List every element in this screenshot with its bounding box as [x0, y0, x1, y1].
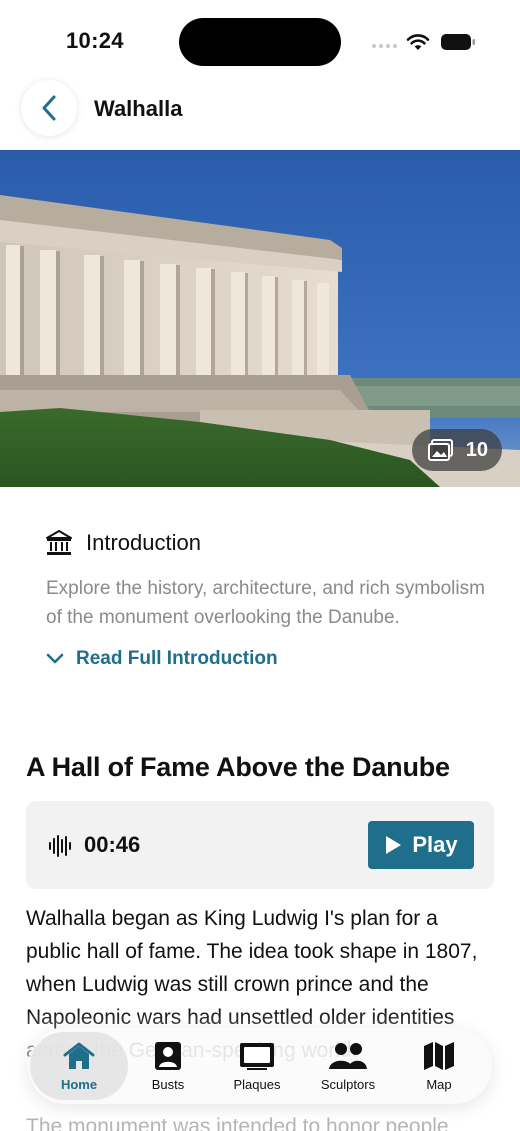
read-full-introduction-button[interactable]: Read Full Introduction	[46, 648, 486, 670]
page-title: Walhalla	[94, 96, 183, 121]
play-label: Play	[412, 832, 458, 857]
status-bar: 10:24	[0, 0, 520, 80]
map-icon	[424, 1041, 454, 1070]
navigation-bar: Walhalla	[0, 80, 520, 140]
tab-bar: Home Busts Plaques Sculptors Map	[28, 1028, 492, 1104]
home-icon	[63, 1042, 95, 1069]
chevron-left-icon	[42, 95, 56, 121]
tab-busts-label: Busts	[151, 1076, 185, 1092]
tab-sculptors-label: Sculptors	[320, 1076, 376, 1092]
play-button[interactable]: Play	[368, 821, 474, 869]
audio-duration: 00:46	[84, 832, 141, 857]
tab-busts[interactable]: Busts	[126, 1028, 210, 1104]
introduction-text: Explore the history, architecture, and r…	[46, 578, 485, 628]
cellular-signal-icon	[372, 44, 397, 48]
photo-count-badge[interactable]: 10	[411, 429, 502, 471]
photo-count: 10	[465, 438, 488, 461]
tab-home-label: Home	[60, 1076, 98, 1092]
chevron-down-icon	[46, 653, 64, 664]
tab-sculptors[interactable]: Sculptors	[304, 1028, 392, 1104]
wifi-icon	[406, 34, 430, 50]
introduction-title: Introduction	[86, 530, 201, 555]
tab-home[interactable]: Home	[30, 1028, 128, 1104]
play-icon	[386, 836, 402, 854]
hero-image[interactable]: 10	[0, 150, 520, 487]
introduction-section: Introduction Explore the history, archit…	[46, 530, 486, 670]
bust-icon	[155, 1041, 181, 1070]
tab-plaques-label: Plaques	[233, 1076, 281, 1092]
tab-plaques[interactable]: Plaques	[210, 1028, 304, 1104]
waveform-icon	[49, 835, 71, 857]
read-full-introduction-label: Read Full Introduction	[76, 648, 278, 669]
battery-icon	[441, 34, 475, 50]
plaque-icon	[240, 1042, 274, 1070]
status-time: 10:24	[66, 28, 124, 53]
tab-map[interactable]: Map	[392, 1028, 486, 1104]
back-button[interactable]	[21, 80, 77, 136]
photo-gallery-icon	[427, 439, 453, 461]
dynamic-island	[179, 18, 341, 66]
sculptors-icon	[329, 1042, 367, 1069]
museum-icon	[46, 530, 72, 555]
tab-map-label: Map	[426, 1076, 452, 1092]
body-paragraph-2: The monument was intended to honor peopl…	[26, 1115, 449, 1131]
audio-player: 00:46 Play	[26, 801, 494, 889]
section-title: A Hall of Fame Above the Danube	[26, 752, 450, 782]
